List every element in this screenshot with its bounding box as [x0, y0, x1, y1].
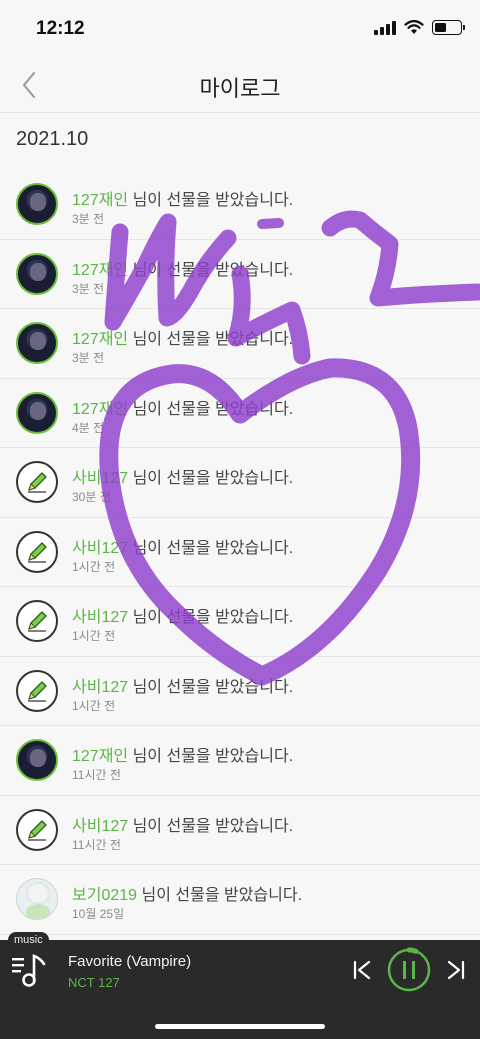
- status-time: 12:12: [36, 18, 85, 39]
- log-message: 사비127 님이 선물을 받았습니다.: [72, 603, 293, 627]
- log-time: 4분 전: [72, 420, 105, 435]
- log-time: 3분 전: [72, 351, 105, 365]
- log-message-suffix: 님이 선물을 받았습니다.: [128, 470, 294, 487]
- avatar[interactable]: [16, 322, 58, 364]
- avatar[interactable]: [16, 183, 58, 225]
- log-message: 127재인 님이 선물을 받았습니다.: [72, 395, 293, 419]
- log-message-suffix: 님이 선물을 받았습니다.: [128, 539, 294, 557]
- pencil-icon: [28, 472, 47, 493]
- log-time: 3분 전: [72, 212, 105, 226]
- status-icons: [374, 20, 465, 35]
- music-badge: music: [8, 932, 49, 948]
- song-artist: NCT 127: [68, 975, 120, 990]
- log-message: 사비127 님이 선물을 받았습니다.: [72, 534, 293, 558]
- log-user-name[interactable]: 127재인: [72, 401, 128, 418]
- pause-button[interactable]: [386, 947, 432, 993]
- previous-icon: [353, 960, 371, 980]
- log-time: 10월 25일: [72, 907, 125, 921]
- log-message-suffix: 님이 선물을 받았습니다.: [128, 748, 294, 765]
- log-time: 30분 전: [72, 490, 111, 504]
- log-message-suffix: 님이 선물을 받았습니다.: [128, 192, 294, 209]
- log-item[interactable]: 보기0219 님이 선물을 받았습니다. 10월 25일: [0, 865, 480, 935]
- avatar-pencil-icon[interactable]: [16, 600, 58, 642]
- log-user-name[interactable]: 사비127: [72, 679, 128, 696]
- log-item[interactable]: 127재인 님이 선물을 받았습니다. 3분 전: [0, 170, 480, 240]
- log-item[interactable]: 127재인 님이 선물을 받았습니다. 3분 전: [0, 309, 480, 379]
- log-message: 사비127 님이 선물을 받았습니다.: [72, 812, 293, 836]
- avatar[interactable]: [16, 739, 58, 781]
- battery-icon: [432, 20, 465, 35]
- log-user-name[interactable]: 127재인: [72, 262, 128, 279]
- avatar-pencil-icon[interactable]: [16, 461, 58, 503]
- section-date: 2021.10: [16, 128, 89, 150]
- song-title: Favorite (Vampire): [68, 953, 192, 970]
- wifi-icon: [404, 20, 424, 34]
- log-user-name[interactable]: 127재인: [72, 192, 128, 209]
- avatar-pencil-icon[interactable]: [16, 808, 58, 851]
- avatar-pencil-icon[interactable]: [16, 530, 58, 573]
- log-item[interactable]: 사비127 님이 선물을 받았습니다. 11시간 전: [0, 796, 480, 865]
- avatar[interactable]: [16, 878, 58, 920]
- log-message: 127재인 님이 선물을 받았습니다.: [72, 325, 293, 349]
- status-bar: 12:12: [0, 0, 480, 58]
- avatar[interactable]: [16, 391, 58, 434]
- log-item[interactable]: 127재인 님이 선물을 받았습니다. 3분 전: [0, 240, 480, 309]
- log-item[interactable]: 사비127 님이 선물을 받았습니다. 1시간 전: [0, 657, 480, 726]
- log-message: 보기0219 님이 선물을 받았습니다.: [72, 881, 302, 905]
- log-time: 1시간 전: [72, 629, 116, 643]
- log-message-suffix: 님이 선물을 받았습니다.: [128, 609, 294, 626]
- log-message-suffix: 님이 선물을 받았습니다.: [128, 400, 294, 418]
- log-time: 11시간 전: [72, 837, 121, 852]
- log-user-name[interactable]: 사비127: [72, 818, 128, 835]
- log-time: 1시간 전: [72, 559, 116, 574]
- log-message: 127재인 님이 선물을 받았습니다.: [72, 186, 293, 210]
- log-message-suffix: 님이 선물을 받았습니다.: [128, 678, 294, 696]
- pencil-icon: [28, 680, 47, 702]
- next-icon: [447, 960, 465, 980]
- log-user-name[interactable]: 127재인: [72, 331, 128, 348]
- log-user-name[interactable]: 127재인: [72, 748, 128, 765]
- log-time: 3분 전: [72, 281, 105, 296]
- log-user-name[interactable]: 사비127: [72, 540, 128, 557]
- music-note-icon[interactable]: [10, 952, 48, 988]
- pause-icon: [387, 947, 431, 992]
- log-user-name[interactable]: 사비127: [72, 470, 128, 487]
- music-player[interactable]: music Favorite (Vampire) NCT 127: [0, 932, 480, 1039]
- log-message-suffix: 님이 선물을 받았습니다.: [128, 331, 294, 348]
- log-time: 1시간 전: [72, 698, 116, 713]
- log-item[interactable]: 127재인 님이 선물을 받았습니다. 4분 전: [0, 379, 480, 448]
- next-button[interactable]: [442, 952, 470, 988]
- avatar-pencil-icon[interactable]: [16, 669, 58, 712]
- log-message-suffix: 님이 선물을 받았습니다.: [128, 817, 294, 835]
- log-message-suffix: 님이 선물을 받았습니다.: [137, 887, 303, 904]
- log-user-name[interactable]: 보기0219: [72, 887, 137, 904]
- cellular-signal-icon: [374, 20, 396, 35]
- log-item[interactable]: 사비127 님이 선물을 받았습니다. 1시간 전: [0, 518, 480, 587]
- previous-button[interactable]: [348, 952, 376, 988]
- nav-bar: 마이로그: [0, 58, 480, 113]
- log-user-name[interactable]: 사비127: [72, 609, 128, 626]
- log-message: 127재인 님이 선물을 받았습니다.: [72, 742, 293, 766]
- log-list: 127재인 님이 선물을 받았습니다. 3분 전 127재인 님이 선물을 받았습니…: [0, 170, 480, 935]
- log-message-suffix: 님이 선물을 받았습니다.: [128, 261, 294, 279]
- log-message: 127재인 님이 선물을 받았습니다.: [72, 256, 293, 280]
- pencil-icon: [28, 819, 47, 841]
- log-item[interactable]: 사비127 님이 선물을 받았습니다. 1시간 전: [0, 587, 480, 657]
- page-title: 마이로그: [199, 76, 281, 101]
- pencil-icon: [28, 611, 47, 632]
- log-item[interactable]: 사비127 님이 선물을 받았습니다. 30분 전: [0, 448, 480, 518]
- log-message: 사비127 님이 선물을 받았습니다.: [72, 673, 293, 697]
- log-item[interactable]: 127재인 님이 선물을 받았습니다. 11시간 전: [0, 726, 480, 796]
- avatar[interactable]: [16, 252, 58, 295]
- log-time: 11시간 전: [72, 768, 121, 782]
- pencil-icon: [28, 541, 47, 563]
- home-indicator: [155, 1024, 325, 1029]
- log-message: 사비127 님이 선물을 받았습니다.: [72, 464, 293, 488]
